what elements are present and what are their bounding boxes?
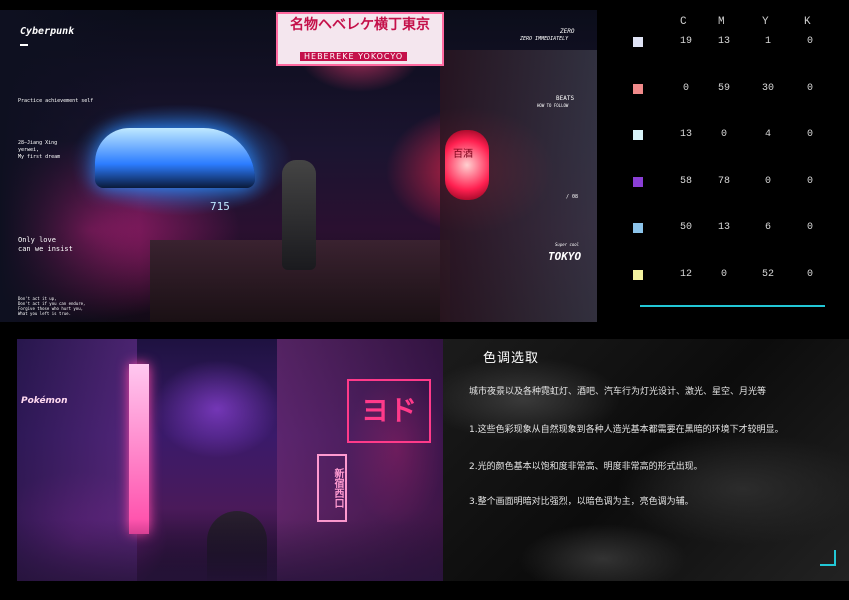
cmyk-value: 58	[679, 175, 692, 187]
cmyk-value: 19	[679, 36, 692, 47]
cmyk-value: 13	[717, 222, 730, 233]
cmyk-color-table: C M Y K 19 13 1 0 0 59 30 0 13 0 4 0 58 78 0 0 50 13 6 0 12 0…	[600, 0, 849, 320]
tagline: Practice achievement self	[18, 98, 94, 104]
color-swatch	[633, 130, 643, 140]
soldier-figure	[282, 160, 316, 270]
cmyk-value: 0	[806, 268, 813, 280]
quote-line-2: can we insist	[18, 245, 73, 253]
cmyk-value: 0	[764, 175, 771, 187]
cmyk-value: 78	[717, 175, 730, 187]
color-swatch	[633, 223, 643, 233]
cmyk-value: 30	[761, 82, 774, 94]
beats-subtitle: HOW TO FOLLOW	[537, 103, 569, 108]
tokyo-logo: TOKYO	[548, 250, 582, 263]
flying-car	[95, 128, 255, 188]
neon-sign-sub: HEBEREKE YOKOCYO	[300, 52, 408, 61]
beats-title: BEATS	[556, 95, 575, 102]
cmyk-value: 0	[806, 175, 813, 187]
cmyk-value: 0	[806, 36, 813, 47]
page-number: / 08	[566, 194, 579, 200]
cmyk-value: 13	[679, 129, 692, 140]
cmyk-value: 13	[717, 36, 730, 47]
cmyk-value: 59	[717, 82, 730, 94]
corner-bracket	[820, 550, 836, 566]
accent-divider	[640, 305, 825, 307]
tower-sign	[129, 364, 149, 534]
shop-sign: 百酒	[453, 149, 473, 160]
header-m: M	[718, 16, 725, 28]
cmyk-value: 1	[764, 36, 771, 47]
cmyk-value: 0	[806, 82, 813, 94]
color-swatch	[633, 83, 643, 94]
zero-subtitle: ZERO IMMEDIATELY	[520, 36, 569, 42]
credit-line-3: My first dream	[18, 154, 61, 160]
small-print-4: What you left is true.	[18, 311, 71, 316]
info-line-1: 城市夜景以及各种霓虹灯、酒吧、汽车行为灯光设计、激光、星空、月光等	[469, 387, 767, 397]
tokyo-super: Super cool	[555, 242, 580, 247]
tone-selection-panel: 色调选取 城市夜景以及各种霓虹灯、酒吧、汽车行为灯光设计、激光、星空、月光等 1…	[443, 339, 849, 581]
street-haze	[17, 519, 443, 581]
pokemon-sign: Pokémon	[21, 396, 68, 406]
zero-title: ZERO	[560, 28, 575, 35]
quote-line-1: Only love	[18, 236, 56, 244]
header-y: Y	[762, 16, 769, 28]
red-lantern	[445, 130, 489, 200]
panel-title: 色调选取	[483, 351, 540, 366]
cmyk-value: 0	[720, 268, 727, 280]
brand-underline	[20, 44, 28, 46]
cyberpunk-poster-top: 名物ヘベレケ横丁東京 HEBEREKE YOKOCYO 百酒 715 Cyber…	[0, 10, 597, 322]
cmyk-value: 0	[720, 129, 727, 140]
cyberpunk-poster-bottom: ヨド 新宿西口 Pokémon	[17, 339, 443, 581]
cmyk-value: 0	[806, 222, 813, 233]
cmyk-value: 0	[682, 82, 689, 94]
credit-line-1: 28—Jiang Xing	[18, 140, 58, 146]
cmyk-value: 0	[806, 129, 813, 140]
cmyk-value: 50	[679, 222, 692, 233]
info-line-2: 1.这些色彩现象从自然现象到各种人造光基本都需要在黑暗的环境下才较明显。	[469, 425, 784, 435]
header-k: K	[804, 16, 811, 28]
color-swatch	[633, 176, 643, 187]
cmyk-value: 12	[679, 268, 692, 280]
shinjuku-sign: 新宿西口	[317, 454, 347, 522]
car-number: 715	[210, 200, 230, 213]
color-swatch	[633, 37, 643, 47]
yodo-sign: ヨド	[347, 379, 431, 443]
color-swatch	[633, 269, 643, 280]
credit-line-2: yerwei,	[18, 147, 40, 153]
cmyk-value: 6	[764, 222, 771, 233]
header-c: C	[680, 16, 687, 28]
cmyk-value: 4	[764, 129, 771, 140]
info-line-3: 2.光的颜色基本以饱和度非常高、明度非常高的形式出现。	[469, 462, 703, 472]
brand-title: Cyberpunk	[20, 26, 75, 37]
cmyk-value: 52	[761, 268, 774, 280]
info-line-4: 3.整个画面明暗对比强烈，以暗色调为主，亮色调为辅。	[469, 497, 694, 507]
